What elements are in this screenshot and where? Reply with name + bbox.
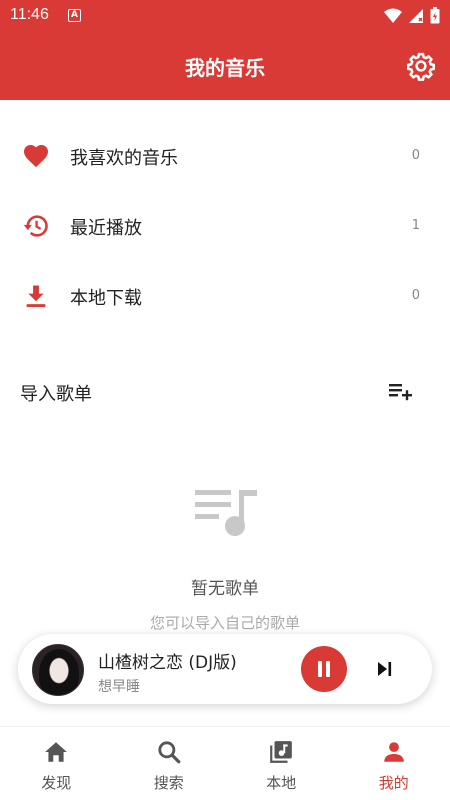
menu-item-label: 我喜欢的音乐 [70, 148, 178, 169]
music-library-icon [270, 741, 293, 763]
home-icon [45, 742, 68, 762]
menu-item-count: 0 [411, 148, 420, 163]
bottom-navigation: 发现 搜索 本地 我的 [0, 726, 450, 800]
skip-next-icon[interactable] [376, 660, 394, 678]
menu-item-label: 最近播放 [70, 218, 142, 239]
album-art-image [39, 649, 79, 695]
mini-player[interactable]: 山楂树之恋 (DJ版) 想早睡 [18, 634, 432, 704]
section-title: 导入歌单 [20, 384, 92, 405]
menu-item-downloads[interactable]: 本地下载 0 [0, 260, 450, 330]
playlist-empty-icon [195, 490, 257, 536]
empty-state-subtitle: 您可以导入自己的歌单 [149, 614, 300, 632]
status-time: 11:46 [10, 6, 49, 23]
nav-item-mine[interactable]: 我的 [338, 727, 450, 800]
menu-item-favorites[interactable]: 我喜欢的音乐 0 [0, 120, 450, 190]
song-title: 山楂树之恋 (DJ版) [98, 653, 237, 673]
playlist-add-icon[interactable] [388, 380, 414, 404]
page-title: 我的音乐 [185, 56, 265, 80]
nav-label: 本地 [266, 774, 297, 792]
nav-label: 我的 [378, 774, 409, 792]
history-icon [23, 215, 48, 237]
menu-list: 我喜欢的音乐 0 最近播放 1 本地下载 0 [0, 120, 450, 330]
empty-state-title: 暂无歌单 [191, 579, 259, 599]
download-icon [26, 285, 46, 307]
status-bar: 11:46 A [0, 0, 450, 32]
nav-label: 搜索 [153, 774, 184, 792]
search-icon [158, 741, 181, 764]
song-artist: 想早睡 [98, 679, 140, 695]
nav-item-search[interactable]: 搜索 [113, 727, 226, 800]
status-icons [384, 7, 440, 24]
battery-icon [430, 7, 440, 24]
nav-label: 发现 [41, 774, 72, 792]
heart-icon [23, 145, 49, 168]
nav-item-discover[interactable]: 发现 [0, 727, 113, 800]
playlist-section-header: 导入歌单 [0, 370, 450, 414]
wifi-icon [384, 8, 402, 23]
gear-icon[interactable] [406, 51, 436, 81]
menu-item-count: 0 [411, 288, 420, 303]
person-icon [384, 742, 404, 762]
signal-icon [409, 8, 423, 23]
album-art[interactable] [32, 644, 84, 696]
pause-button[interactable] [301, 646, 347, 692]
notification-icon: A [68, 9, 81, 22]
nav-item-local[interactable]: 本地 [225, 727, 338, 800]
app-bar: 我的音乐 [0, 32, 450, 100]
menu-item-recent[interactable]: 最近播放 1 [0, 190, 450, 260]
menu-item-label: 本地下载 [70, 288, 142, 309]
menu-item-count: 1 [411, 218, 420, 233]
